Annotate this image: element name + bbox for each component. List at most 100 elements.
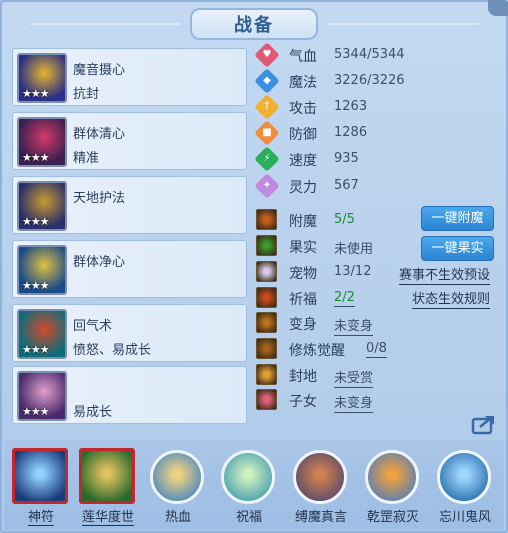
equip-row[interactable]: 修炼觉醒 0/8: [256, 338, 496, 362]
equip-label: 宠物: [289, 266, 317, 282]
title-decoration-left: [30, 23, 180, 25]
heart-icon: ♥: [254, 42, 280, 68]
star-rating: ★★★: [22, 405, 50, 418]
skill-card[interactable]: ★★★ 回气术愤怒、易成长: [12, 304, 247, 362]
fruit-icon: [256, 235, 277, 256]
pray-icon: [256, 287, 277, 308]
enchant-icon: [256, 209, 277, 230]
stat-label: 气血: [289, 49, 317, 65]
skill-label: 乾罡寂灭: [366, 510, 419, 525]
skill-desc: 易成长: [73, 405, 113, 420]
skill-icon: ★★★: [17, 245, 67, 295]
skill-card[interactable]: ★★★ 群体清心 精准: [12, 112, 247, 170]
stat-value: 3226/3226: [334, 73, 405, 88]
skill-card[interactable]: ★★★ 魔音摄心抗封: [12, 48, 247, 106]
stat-row: ◆ 魔法 3226/3226: [254, 68, 496, 94]
bottom-skill[interactable]: 祝福: [218, 444, 280, 530]
stat-label: 攻击: [289, 101, 317, 117]
equip-row[interactable]: 封地 未受赏: [256, 364, 496, 388]
skill-name: 回气术: [73, 319, 113, 334]
skill-label: 缚魔真言: [294, 510, 347, 525]
stat-label: 魔法: [289, 75, 317, 91]
skill-card[interactable]: ★★★ 群体净心: [12, 240, 247, 298]
star-rating: ★★★: [22, 87, 50, 100]
stat-value: 1263: [334, 99, 368, 114]
share-icon[interactable]: [471, 413, 497, 435]
skill-card[interactable]: ★★★ 天地护法: [12, 176, 247, 234]
stat-value: 1286: [334, 125, 368, 140]
equip-value: 13/12: [334, 264, 372, 279]
bottom-skill[interactable]: 乾罡寂灭: [362, 444, 424, 530]
star-rating: ★★★: [22, 343, 50, 356]
skill-icon: [12, 448, 68, 504]
stat-row: ✦ 灵力 567: [254, 173, 496, 199]
equip-value: 未受赏: [334, 367, 374, 388]
equip-row[interactable]: 子女 未变身: [256, 389, 496, 413]
child-icon: [256, 389, 277, 410]
stat-value: 567: [334, 178, 359, 193]
stat-row: ■ 防御 1286: [254, 120, 496, 146]
shield-icon: ■: [254, 120, 280, 146]
pet-icon: [256, 261, 277, 282]
bottom-skill[interactable]: 忘川鬼风: [434, 444, 496, 530]
fief-icon: [256, 364, 277, 385]
stat-label: 速度: [289, 153, 317, 169]
one-click-enchant-button[interactable]: 一键附魔: [421, 206, 494, 231]
event-preset-link[interactable]: 赛事不生效预设: [399, 264, 491, 285]
awaken-icon: [256, 338, 277, 359]
equip-label: 子女: [289, 394, 317, 410]
one-click-fruit-button[interactable]: 一键果实: [421, 236, 494, 261]
skill-name: 群体净心: [73, 255, 126, 270]
equip-label: 修炼觉醒: [289, 343, 345, 359]
skill-label: 神符: [27, 510, 54, 526]
skill-name: 天地护法: [73, 191, 126, 206]
skill-icon: [79, 448, 135, 504]
skill-icon: ★★★: [17, 117, 67, 167]
speed-icon: ⚡: [254, 146, 280, 172]
skill-icon: [221, 450, 275, 504]
status-rules-link[interactable]: 状态生效规则: [412, 288, 491, 309]
equip-label: 祈福: [289, 292, 317, 308]
skill-name: 群体清心: [73, 127, 126, 142]
skill-label: 莲华度世: [81, 510, 134, 526]
skill-icon: [293, 450, 347, 504]
bottom-skill[interactable]: 莲华度世: [77, 444, 139, 530]
bottom-skill[interactable]: 缚魔真言: [290, 444, 352, 530]
skill-icon: ★★★: [17, 181, 67, 231]
skill-icon: [437, 450, 491, 504]
close-icon[interactable]: [488, 0, 508, 16]
skill-card[interactable]: ★★★ 易成长: [12, 366, 247, 424]
skill-desc: 愤怒、易成长: [73, 343, 152, 358]
skill-label: 忘川鬼风: [438, 510, 491, 525]
stat-label: 防御: [289, 127, 317, 143]
bottom-skill[interactable]: 神符: [10, 444, 72, 530]
bottom-skill[interactable]: 热血: [147, 444, 209, 530]
title-decoration-right: [328, 23, 478, 25]
equip-label: 果实: [289, 240, 317, 256]
skill-icon: ★★★: [17, 309, 67, 359]
attack-icon: ↑: [254, 94, 280, 120]
equip-value: 2/2: [334, 290, 355, 307]
skill-icon: [365, 450, 419, 504]
skill-label: 热血: [164, 510, 191, 525]
skill-icon: [150, 450, 204, 504]
star-rating: ★★★: [22, 151, 50, 164]
equip-value: 0/8: [366, 341, 387, 358]
star-rating: ★★★: [22, 215, 50, 228]
skill-desc: 抗封: [73, 87, 100, 102]
equip-row[interactable]: 变身 未变身: [256, 312, 496, 336]
equip-value: 未变身: [334, 315, 374, 336]
stat-row: ↑ 攻击 1263: [254, 94, 496, 120]
transform-icon: [256, 312, 277, 333]
page-title: 战备: [190, 8, 318, 40]
spirit-icon: ✦: [254, 173, 280, 199]
skill-icon: ★★★: [17, 53, 67, 103]
skill-name: 魔音摄心: [73, 63, 126, 78]
equip-label: 附魔: [289, 214, 317, 230]
star-rating: ★★★: [22, 279, 50, 292]
skill-label: 祝福: [235, 510, 262, 525]
stat-row: ♥ 气血 5344/5344: [254, 42, 496, 68]
stat-label: 灵力: [289, 180, 317, 196]
equip-value: 5/5: [334, 212, 355, 227]
stat-row: ⚡ 速度 935: [254, 146, 496, 172]
